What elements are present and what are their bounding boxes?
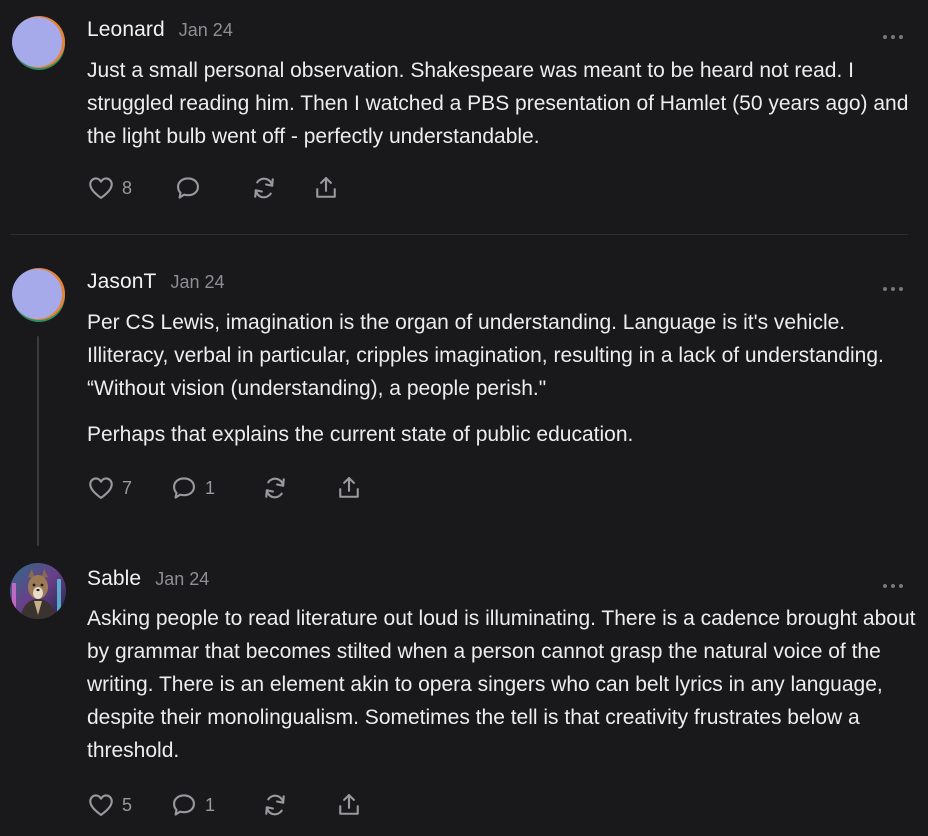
comment-body: Per CS Lewis, imagination is the organ o… (87, 306, 917, 451)
comment-body: Asking people to read literature out lou… (87, 602, 917, 767)
like-count: 8 (122, 177, 133, 198)
ellipsis-icon[interactable] (882, 27, 904, 39)
share-upload-icon (335, 791, 363, 819)
comment-date[interactable]: Jan 24 (179, 20, 233, 41)
restack-button[interactable] (261, 474, 289, 502)
heart-icon (87, 791, 115, 819)
comment-body: Just a small personal observation. Shake… (87, 54, 917, 153)
comment-paragraph: Per CS Lewis, imagination is the organ o… (87, 311, 884, 400)
restack-arrows-icon (261, 474, 289, 502)
comment-divider (10, 234, 908, 235)
comment-actions: 7 1 (87, 474, 363, 502)
comment-date[interactable]: Jan 24 (170, 272, 224, 293)
restack-arrows-icon (250, 174, 278, 202)
share-button[interactable] (335, 791, 363, 819)
speech-bubble-icon (170, 474, 198, 502)
comment-paragraph: Asking people to read literature out lou… (87, 607, 916, 762)
comment-actions: 5 1 (87, 791, 363, 819)
avatar[interactable] (10, 266, 66, 322)
comment-date[interactable]: Jan 24 (155, 569, 209, 590)
like-button[interactable]: 5 (87, 791, 132, 819)
avatar[interactable] (10, 14, 66, 70)
reply-count: 1 (205, 794, 216, 815)
like-button[interactable]: 8 (87, 174, 132, 202)
speech-bubble-icon (170, 791, 198, 819)
ellipsis-icon[interactable] (882, 576, 904, 588)
ellipsis-icon[interactable] (882, 279, 904, 291)
reply-button[interactable]: 1 (170, 474, 215, 502)
reply-button[interactable] (174, 174, 202, 202)
restack-button[interactable] (250, 174, 278, 202)
reply-button[interactable]: 1 (170, 791, 215, 819)
share-button[interactable] (335, 474, 363, 502)
comment-paragraph: Just a small personal observation. Shake… (87, 59, 909, 148)
author-name[interactable]: Sable (87, 567, 141, 591)
thread-line (37, 336, 39, 546)
heart-icon (87, 174, 115, 202)
author-name[interactable]: Leonard (87, 18, 165, 42)
restack-button[interactable] (261, 791, 289, 819)
like-count: 5 (122, 794, 133, 815)
restack-arrows-icon (261, 791, 289, 819)
avatar[interactable] (10, 563, 66, 619)
like-count: 7 (122, 477, 133, 498)
share-button[interactable] (312, 174, 340, 202)
comment-actions: 8 (87, 174, 340, 202)
share-upload-icon (312, 174, 340, 202)
author-name[interactable]: JasonT (87, 270, 156, 294)
reply-count: 1 (205, 477, 216, 498)
like-button[interactable]: 7 (87, 474, 132, 502)
speech-bubble-icon (174, 174, 202, 202)
heart-icon (87, 474, 115, 502)
share-upload-icon (335, 474, 363, 502)
comment-paragraph: Perhaps that explains the current state … (87, 423, 634, 446)
